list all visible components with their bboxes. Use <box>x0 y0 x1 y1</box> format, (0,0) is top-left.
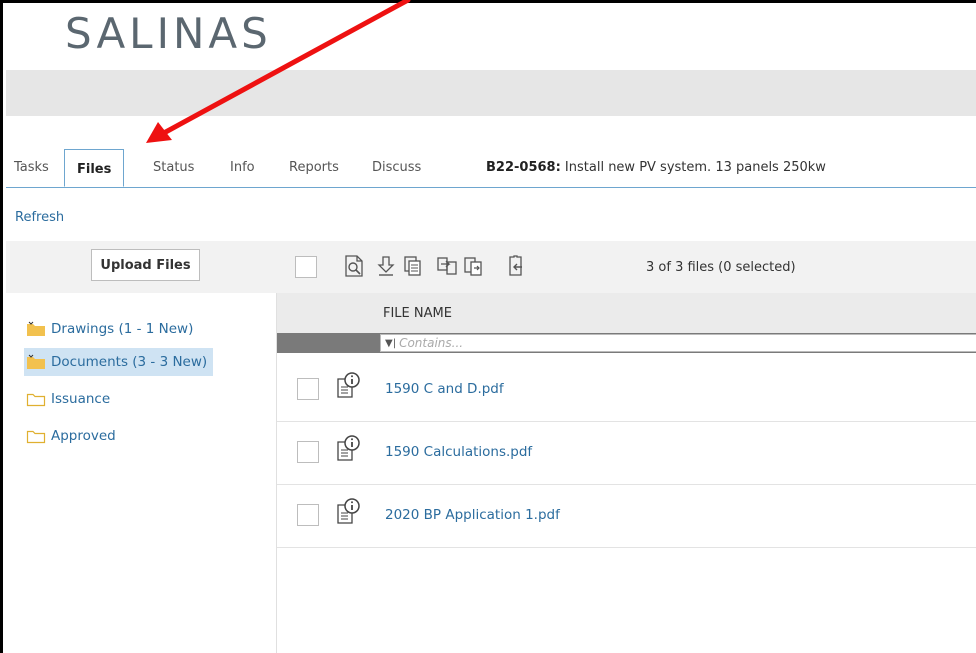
tab-discuss[interactable]: Discuss <box>372 160 421 175</box>
logo: SALINAS <box>65 9 272 58</box>
row-checkbox[interactable] <box>297 504 319 526</box>
folder-label: Documents (3 - 3 New) <box>51 354 208 370</box>
tab-files[interactable]: Files <box>64 149 125 187</box>
tab-reports[interactable]: Reports <box>289 160 339 175</box>
filter-placeholder: Contains... <box>399 336 464 350</box>
tab-tasks[interactable]: Tasks <box>14 160 49 175</box>
file-name-link[interactable]: 2020 BP Application 1.pdf <box>385 507 560 523</box>
download-icon[interactable] <box>375 254 397 278</box>
file-name-link[interactable]: 1590 Calculations.pdf <box>385 444 532 460</box>
folder-label: Drawings (1 - 1 New) <box>51 321 194 337</box>
folder-label: Issuance <box>51 391 111 407</box>
file-info-icon[interactable] <box>335 497 361 527</box>
copy-icon[interactable] <box>402 254 424 278</box>
folder-filled-icon <box>27 321 45 336</box>
permit-description: Install new PV system. 13 panels 250kw <box>564 160 826 175</box>
header-bar <box>6 70 976 116</box>
file-toolbar: Upload Files 3 of 3 files (0 selected) <box>6 241 976 293</box>
folder-filled-icon <box>27 354 45 369</box>
transfer-icon[interactable] <box>462 254 484 278</box>
folder-outline-icon <box>26 430 46 444</box>
table-row[interactable]: 1590 C and D.pdf <box>277 358 976 422</box>
file-count: 3 of 3 files (0 selected) <box>646 260 796 275</box>
permit-number: B22-0568: <box>486 160 561 175</box>
permit-summary: B22-0568: Install new PV system. 13 pane… <box>486 160 826 175</box>
upload-files-button[interactable]: Upload Files <box>91 249 200 281</box>
folder-issuance[interactable]: Issuance <box>26 385 116 413</box>
file-grid: FILE NAME ▼| Contains... 1590 C and D.pd… <box>277 293 976 653</box>
folder-approved[interactable]: Approved <box>26 422 122 450</box>
select-all-checkbox[interactable] <box>295 256 317 278</box>
tab-info[interactable]: Info <box>230 160 255 175</box>
column-header-file-name[interactable]: FILE NAME <box>383 306 452 321</box>
tab-bar: Tasks Files Status Info Reports Discuss … <box>6 149 976 188</box>
filter-row: ▼| Contains... <box>277 333 976 353</box>
filter-icon[interactable]: ▼| <box>385 338 396 349</box>
folder-outline-icon <box>26 393 46 407</box>
table-row[interactable]: 1590 Calculations.pdf <box>277 421 976 485</box>
folder-tree: Drawings (1 - 1 New) Documents (3 - 3 Ne… <box>6 293 277 653</box>
filter-input[interactable]: ▼| Contains... <box>380 334 976 352</box>
folder-label: Approved <box>51 428 116 444</box>
row-checkbox[interactable] <box>297 378 319 400</box>
folder-documents[interactable]: Documents (3 - 3 New) <box>24 348 214 376</box>
export-icon[interactable] <box>504 254 526 278</box>
app-frame: SALINAS Tasks Files Status Info Reports … <box>0 0 976 653</box>
file-name-link[interactable]: 1590 C and D.pdf <box>385 381 504 397</box>
grid-header: FILE NAME <box>277 293 976 333</box>
file-info-icon[interactable] <box>335 371 361 401</box>
refresh-link[interactable]: Refresh <box>15 210 64 225</box>
row-checkbox[interactable] <box>297 441 319 463</box>
folder-drawings[interactable]: Drawings (1 - 1 New) <box>26 315 199 343</box>
view-icon[interactable] <box>343 254 365 278</box>
tab-status[interactable]: Status <box>153 160 194 175</box>
file-info-icon[interactable] <box>335 434 361 464</box>
table-row[interactable]: 2020 BP Application 1.pdf <box>277 484 976 548</box>
move-icon[interactable] <box>436 254 458 278</box>
